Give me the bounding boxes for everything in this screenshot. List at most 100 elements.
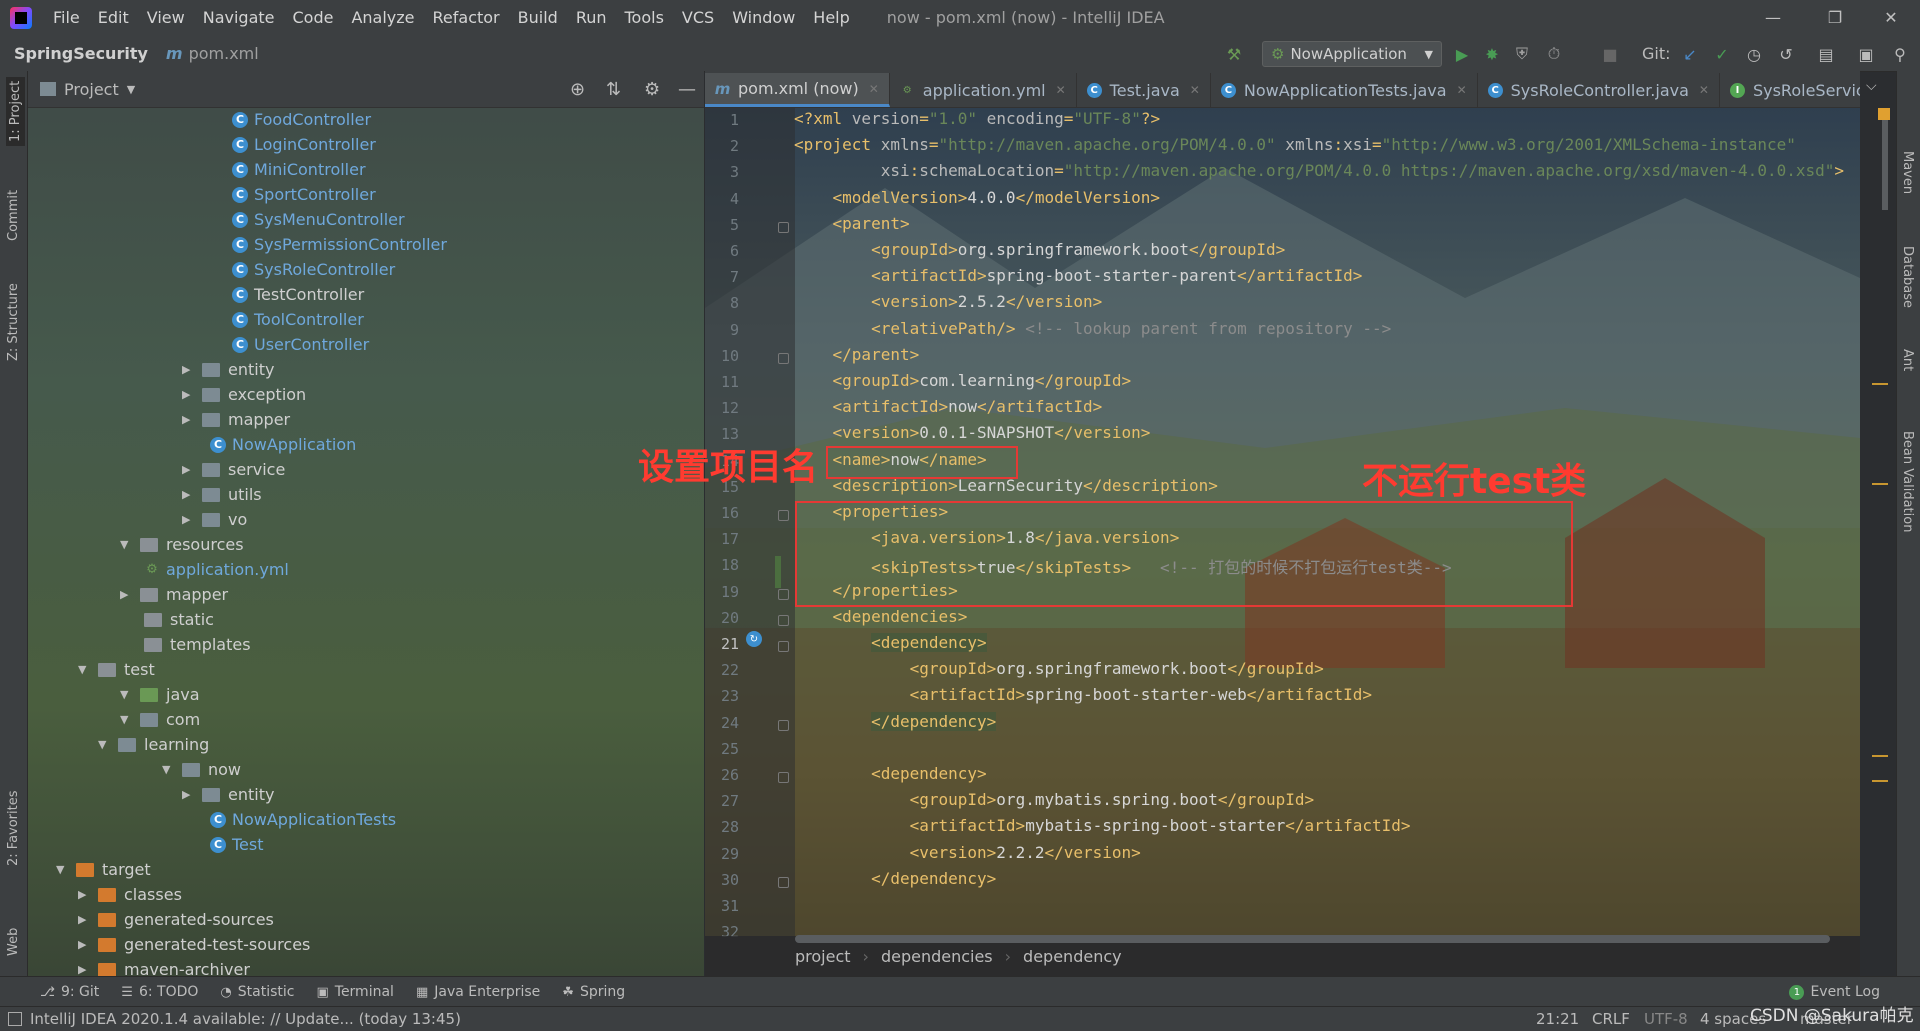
line-separator[interactable]: CRLF (1592, 1010, 1630, 1028)
menu-file[interactable]: File (44, 8, 89, 27)
tree-item-templates[interactable]: templates (144, 632, 251, 657)
tree-item-sysrolecontroller[interactable]: C SysRoleController (232, 257, 395, 282)
tree-item-sysmenucontroller[interactable]: C SysMenuController (232, 207, 405, 232)
tree-item-java[interactable]: ▼ java (120, 682, 200, 707)
tool-structure[interactable]: Z: Structure (6, 283, 21, 361)
tree-item-nowapplication[interactable]: C NowApplication (210, 432, 356, 457)
expand-arrow-icon[interactable]: ▶ (78, 888, 92, 901)
tool-web[interactable]: Web (6, 928, 21, 956)
tree-item-com[interactable]: ▼ com (120, 707, 200, 732)
caret-position[interactable]: 21:21 (1536, 1010, 1579, 1028)
tab-application-yml[interactable]: ⚙ application.yml ✕ (890, 73, 1077, 107)
collapse-all-icon[interactable]: ⇅ (606, 79, 621, 100)
crumb-dependencies[interactable]: dependencies (881, 947, 993, 966)
tree-item-resources[interactable]: ▼ resources (120, 532, 244, 557)
git-history-icon[interactable]: ◷ (1744, 44, 1764, 64)
tool-project[interactable]: 1: Project (6, 76, 25, 146)
tool-maven[interactable]: Maven (1900, 151, 1915, 194)
update-notification[interactable]: IntelliJ IDEA 2020.1.4 available: // Upd… (30, 1010, 461, 1028)
tab-pom-xml-now-[interactable]: m pom.xml (now) ✕ (705, 73, 890, 107)
profile-icon[interactable]: ⏱ (1544, 44, 1564, 64)
breadcrumb-file[interactable]: pom.xml (189, 44, 259, 63)
tree-item-test[interactable]: ▼ test (78, 657, 155, 682)
fold-marker-icon[interactable] (778, 719, 789, 731)
tool-ant[interactable]: Ant (1900, 349, 1915, 371)
tree-item-classes[interactable]: ▶ classes (78, 882, 182, 907)
expand-arrow-icon[interactable]: ▶ (78, 963, 92, 976)
chevron-down-icon[interactable]: ▼ (127, 83, 135, 96)
bottom-tool-spring[interactable]: ☘ Spring (562, 984, 625, 1000)
run-icon[interactable]: ▶ (1452, 44, 1472, 64)
close-tab-icon[interactable]: ✕ (1056, 83, 1066, 97)
tree-item-entity[interactable]: ▶ entity (182, 782, 274, 807)
tab-test-java[interactable]: C Test.java ✕ (1077, 73, 1211, 107)
collapse-arrow-icon[interactable]: ▼ (56, 863, 70, 876)
tree-item-generated-sources[interactable]: ▶ generated-sources (78, 907, 274, 932)
fold-marker-icon[interactable] (778, 221, 789, 233)
expand-arrow-icon[interactable]: ▶ (182, 463, 196, 476)
project-view-title[interactable]: Project (64, 80, 119, 99)
tree-item-target[interactable]: ▼ target (56, 857, 151, 882)
run-configuration-select[interactable]: ⚙ NowApplication ▼ (1262, 41, 1442, 67)
tree-item-generated-test-sources[interactable]: ▶ generated-test-sources (78, 932, 310, 957)
crumb-project[interactable]: project (795, 947, 851, 966)
breadcrumb-project[interactable]: SpringSecurity (14, 44, 148, 63)
tree-item-logincontroller[interactable]: C LoginController (232, 132, 376, 157)
fold-marker-icon[interactable] (778, 641, 789, 652)
layout-icon[interactable]: ▣ (1856, 44, 1876, 64)
gear-icon[interactable]: ⚙ (644, 79, 660, 100)
tree-item-sportcontroller[interactable]: C SportController (232, 182, 376, 207)
menu-edit[interactable]: Edit (89, 8, 138, 27)
tab-sysrolecontroller-java[interactable]: C SysRoleController.java ✕ (1478, 73, 1720, 107)
menu-view[interactable]: View (138, 8, 194, 27)
collapse-arrow-icon[interactable]: ▼ (78, 663, 92, 676)
expand-arrow-icon[interactable]: ▶ (182, 513, 196, 526)
locate-icon[interactable]: ⊕ (570, 79, 585, 100)
git-rollback-icon[interactable]: ↺ (1776, 44, 1796, 64)
tool-favorites[interactable]: 2: Favorites (6, 790, 21, 866)
search-everywhere-icon[interactable]: ⚲ (1890, 44, 1910, 64)
menu-run[interactable]: Run (567, 8, 616, 27)
menu-refactor[interactable]: Refactor (424, 8, 509, 27)
fold-marker-icon[interactable] (778, 352, 789, 364)
menu-analyze[interactable]: Analyze (342, 8, 423, 27)
tree-item-application-yml[interactable]: ⚙ application.yml (144, 557, 289, 582)
collapse-arrow-icon[interactable]: ▼ (120, 538, 134, 551)
debug-icon[interactable]: ✸ (1482, 44, 1502, 64)
restore-icon[interactable]: ❐ (1812, 0, 1858, 35)
coverage-icon[interactable]: ⛨ (1512, 44, 1532, 64)
tree-item-mapper[interactable]: ▶ mapper (120, 582, 228, 607)
collapse-arrow-icon[interactable]: ▼ (120, 713, 134, 726)
tree-item-toolcontroller[interactable]: C ToolController (232, 307, 364, 332)
status-toggle-icon[interactable] (8, 1012, 22, 1026)
git-update-icon[interactable]: ↙ (1680, 44, 1700, 64)
project-structure-icon[interactable]: ▤ (1816, 44, 1836, 64)
crumb-dependency[interactable]: dependency (1023, 947, 1122, 966)
tree-item-foodcontroller[interactable]: C FoodController (232, 107, 371, 132)
tree-item-learning[interactable]: ▼ learning (98, 732, 209, 757)
tab-list-chevron-icon[interactable]: ⌵ (1866, 78, 1877, 94)
vertical-scrollbar[interactable] (1882, 120, 1888, 210)
tree-item-vo[interactable]: ▶ vo (182, 507, 247, 532)
tree-item-now[interactable]: ▼ now (162, 757, 241, 782)
expand-arrow-icon[interactable]: ▶ (182, 413, 196, 426)
expand-arrow-icon[interactable]: ▶ (78, 913, 92, 926)
tree-item-test[interactable]: C Test (210, 832, 264, 857)
hide-panel-icon[interactable]: — (678, 79, 696, 100)
expand-arrow-icon[interactable]: ▶ (78, 938, 92, 951)
tree-item-exception[interactable]: ▶ exception (182, 382, 306, 407)
tool-database[interactable]: Database (1900, 246, 1915, 308)
close-tab-icon[interactable]: ✕ (1699, 83, 1709, 97)
tree-item-mapper[interactable]: ▶ mapper (182, 407, 290, 432)
bottom-tool-6-todo[interactable]: ☰ 6: TODO (121, 984, 198, 1000)
event-log-button[interactable]: 1 Event Log (1789, 984, 1880, 1000)
menu-tools[interactable]: Tools (616, 8, 673, 27)
tree-item-static[interactable]: static (144, 607, 214, 632)
tree-item-usercontroller[interactable]: C UserController (232, 332, 369, 357)
expand-arrow-icon[interactable]: ▶ (182, 363, 196, 376)
close-tab-icon[interactable]: ✕ (869, 82, 879, 96)
spring-gutter-icon[interactable]: ↻ (746, 631, 762, 647)
menu-code[interactable]: Code (284, 8, 343, 27)
minimize-icon[interactable]: — (1750, 0, 1796, 35)
fold-marker-icon[interactable] (778, 510, 789, 521)
